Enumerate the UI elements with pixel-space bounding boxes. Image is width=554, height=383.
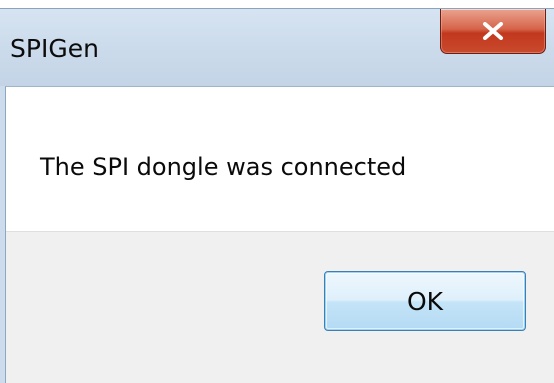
close-icon — [483, 22, 503, 40]
window-title: SPIGen — [10, 34, 99, 63]
message-text: The SPI dongle was connected — [40, 153, 407, 181]
close-button[interactable] — [440, 9, 546, 54]
dialog-client-area: The SPI dongle was connected OK — [5, 86, 554, 383]
ok-button[interactable]: OK — [324, 271, 526, 331]
window-top-edge — [0, 0, 554, 9]
message-dialog: SPIGen The SPI dongle was connected OK — [0, 0, 554, 383]
ok-button-label: OK — [406, 286, 444, 316]
message-area: The SPI dongle was connected — [6, 87, 554, 231]
button-area: OK — [6, 231, 554, 383]
